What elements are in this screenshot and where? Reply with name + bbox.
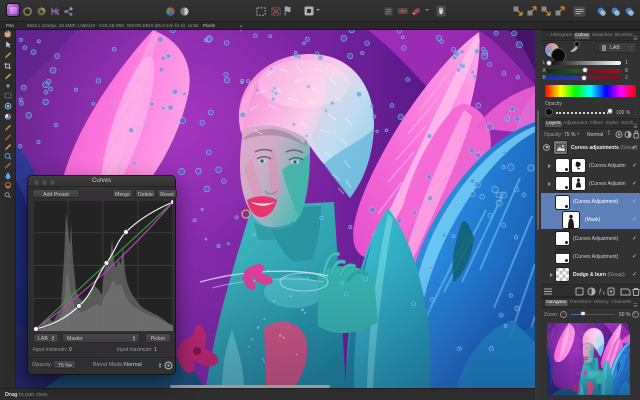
svg-text:x: x: [603, 291, 606, 297]
